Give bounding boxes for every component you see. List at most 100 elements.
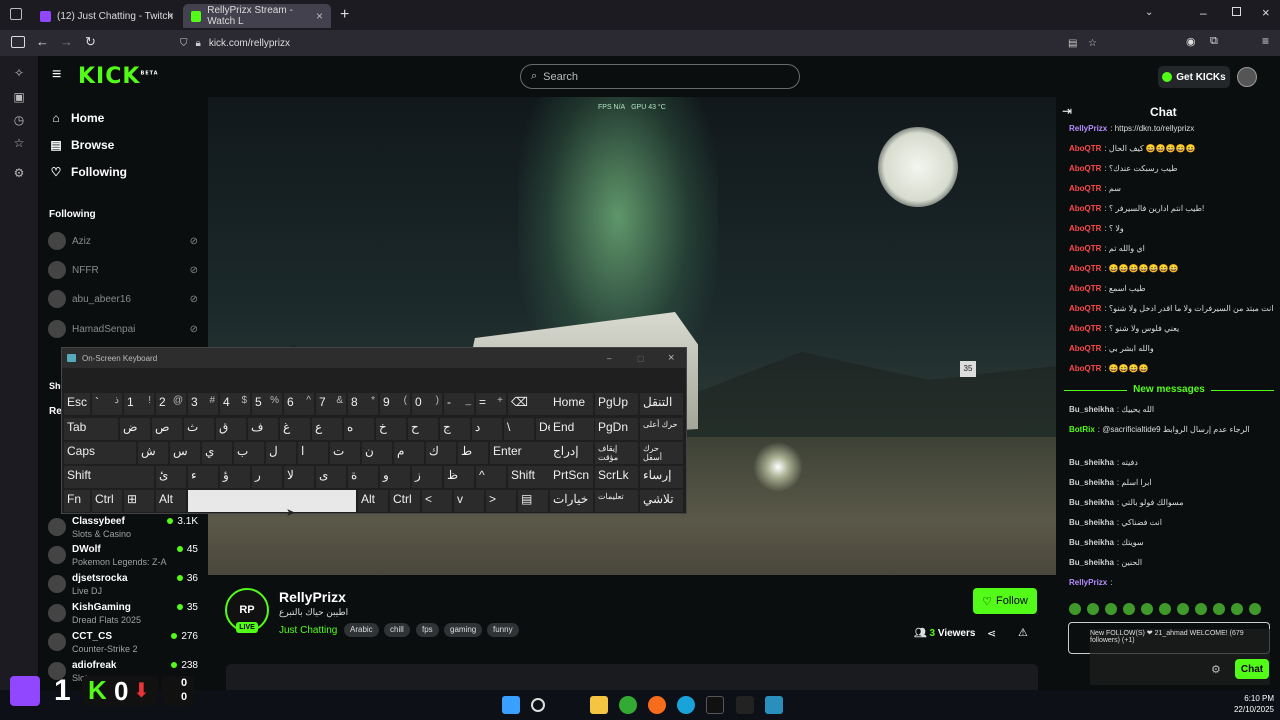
chat-username[interactable]: BotRix [1069,425,1095,434]
keyboard-key[interactable]: ز [412,466,442,488]
recommended-channel[interactable]: KishGaming Dread Flats 2025 35 [48,602,198,630]
chat-username[interactable]: RellyPrizx [1069,124,1107,133]
close-tab-icon[interactable]: × [316,9,323,23]
chat-username[interactable]: AboQTR [1069,144,1101,153]
emote-bar[interactable] [1069,603,1277,617]
sync-icon[interactable]: ▣ [12,90,26,104]
keyboard-key[interactable]: ض [120,418,150,440]
keyboard-key[interactable]: لا [284,466,314,488]
keyboard-nav-key[interactable]: ScrLk [595,466,638,488]
keyboard-key[interactable]: Tab [64,418,118,440]
keyboard-key[interactable]: ش [138,442,168,464]
app-icon[interactable] [706,696,724,714]
following-item[interactable]: NFFR ⊘ [48,261,198,279]
edge-icon[interactable] [677,696,695,714]
osk-maximize-button[interactable]: ▢ [637,354,645,363]
keyboard-key[interactable]: ` ذ [92,393,122,415]
keyboard-key[interactable]: > [486,490,516,512]
keyboard-nav-key[interactable]: حرك أعلى [640,418,683,440]
on-screen-keyboard-window[interactable]: On-Screen Keyboard – ▢ × Esc ` ذ 1! 2 @3 #4 $5%… [61,347,687,514]
chat-username[interactable]: AboQTR [1069,224,1101,233]
keyboard-key[interactable]: ل [266,442,296,464]
chat-username[interactable]: AboQTR [1069,264,1101,273]
keyboard-key[interactable]: Ctrl [390,490,420,512]
firefox-icon[interactable] [648,696,666,714]
maximize-button[interactable] [1232,7,1241,16]
keyboard-key[interactable]: ظ [444,466,474,488]
channel-name[interactable]: RellyPrizx [279,589,346,605]
keyboard-nav-key[interactable]: PrtScn [550,466,593,488]
keyboard-nav-key[interactable]: تلاشي [640,490,683,512]
recommended-channel[interactable]: Classybeef Slots & Casino 3.1K [48,516,198,544]
chat-username[interactable]: AboQTR [1069,204,1101,213]
keyboard-key[interactable]: ن [362,442,392,464]
tag[interactable]: gaming [444,623,483,637]
keyboard-key[interactable]: ث [184,418,214,440]
chat-username[interactable]: Bu_sheikha [1069,518,1114,527]
keyboard-key[interactable]: Alt [156,490,186,512]
keyboard-key[interactable]: ح [408,418,438,440]
app-icon[interactable] [765,696,783,714]
chat-send-button[interactable]: Chat [1235,659,1269,679]
keyboard-key[interactable]: ة [348,466,378,488]
chat-username[interactable]: AboQTR [1069,184,1101,193]
keyboard-key[interactable]: م [394,442,424,464]
keyboard-key[interactable]: 6 ^ [284,393,314,415]
keyboard-key[interactable]: Esc [64,393,90,415]
keyboard-key[interactable]: 8 * [348,393,378,415]
keyboard-key[interactable]: ت [330,442,360,464]
new-tab-button[interactable]: + [340,6,349,24]
keyboard-key[interactable]: ف [248,418,278,440]
keyboard-key[interactable]: ق [216,418,246,440]
search-icon[interactable] [531,698,545,712]
tab-overflow-icon[interactable]: ⌄ [1145,7,1153,18]
keyboard-key[interactable]: ئ [156,466,186,488]
tab-twitch[interactable]: (12) Just Chatting - Twitch × [32,4,182,28]
keyboard-key[interactable]: د [472,418,502,440]
user-avatar[interactable] [1237,67,1257,87]
osk-minimize-button[interactable]: – [607,354,611,363]
keyboard-key[interactable]: 9( [380,393,410,415]
history-icon[interactable]: ◷ [12,113,26,127]
keyboard-key[interactable]: v [454,490,484,512]
get-kicks-button[interactable]: Get KICKs [1158,66,1230,88]
chat-username[interactable]: AboQTR [1069,304,1101,313]
nav-home[interactable]: ⌂ Home [49,111,104,125]
menu-icon[interactable]: ≡ [1262,34,1269,48]
sidebar-toggle-icon[interactable] [11,36,25,48]
tag[interactable]: chill [384,623,410,637]
keyboard-key[interactable]: ص [152,418,182,440]
keyboard-key[interactable]: ج [440,418,470,440]
chat-username[interactable]: AboQTR [1069,324,1101,333]
stream-category[interactable]: Just Chatting [279,625,337,636]
keyboard-key[interactable]: Alt [358,490,388,512]
bookmark-star-icon[interactable]: ☆ [1088,38,1097,49]
search-input[interactable]: ⌕ Search [520,64,800,89]
file-explorer-icon[interactable] [590,696,608,714]
chat-settings-icon[interactable]: ⚙ [1211,663,1221,676]
keyboard-key[interactable]: 5% [252,393,282,415]
keyboard-key[interactable]: ء [188,466,218,488]
keyboard-key[interactable]: ه [344,418,374,440]
keyboard-key[interactable]: و [380,466,410,488]
keyboard-key[interactable]: 0) [412,393,442,415]
chat-username[interactable]: AboQTR [1069,344,1101,353]
tag[interactable]: Arabic [344,623,379,637]
spacebar-key[interactable] [188,490,356,512]
account-icon[interactable]: ◉ [1186,35,1196,48]
keyboard-key[interactable]: 7 & [316,393,346,415]
keyboard-nav-key[interactable]: إدراج [550,442,593,464]
keyboard-key[interactable]: 2 @ [156,393,186,415]
keyboard-key[interactable]: Fn [64,490,90,512]
keyboard-nav-key[interactable]: إرساء [640,466,683,488]
keyboard-key[interactable]: - _ [444,393,474,415]
keyboard-key[interactable]: \ [504,418,534,440]
keyboard-key[interactable]: < [422,490,452,512]
start-button[interactable] [502,696,520,714]
hamburger-menu-icon[interactable]: ≡ [52,66,61,84]
keyboard-nav-key[interactable]: التنقل [640,393,683,415]
back-icon[interactable]: ← [36,34,49,49]
chat-username[interactable]: Bu_sheikha [1069,405,1114,414]
osk-titlebar[interactable]: On-Screen Keyboard – ▢ × [62,348,686,368]
keyboard-key[interactable]: Caps [64,442,136,464]
